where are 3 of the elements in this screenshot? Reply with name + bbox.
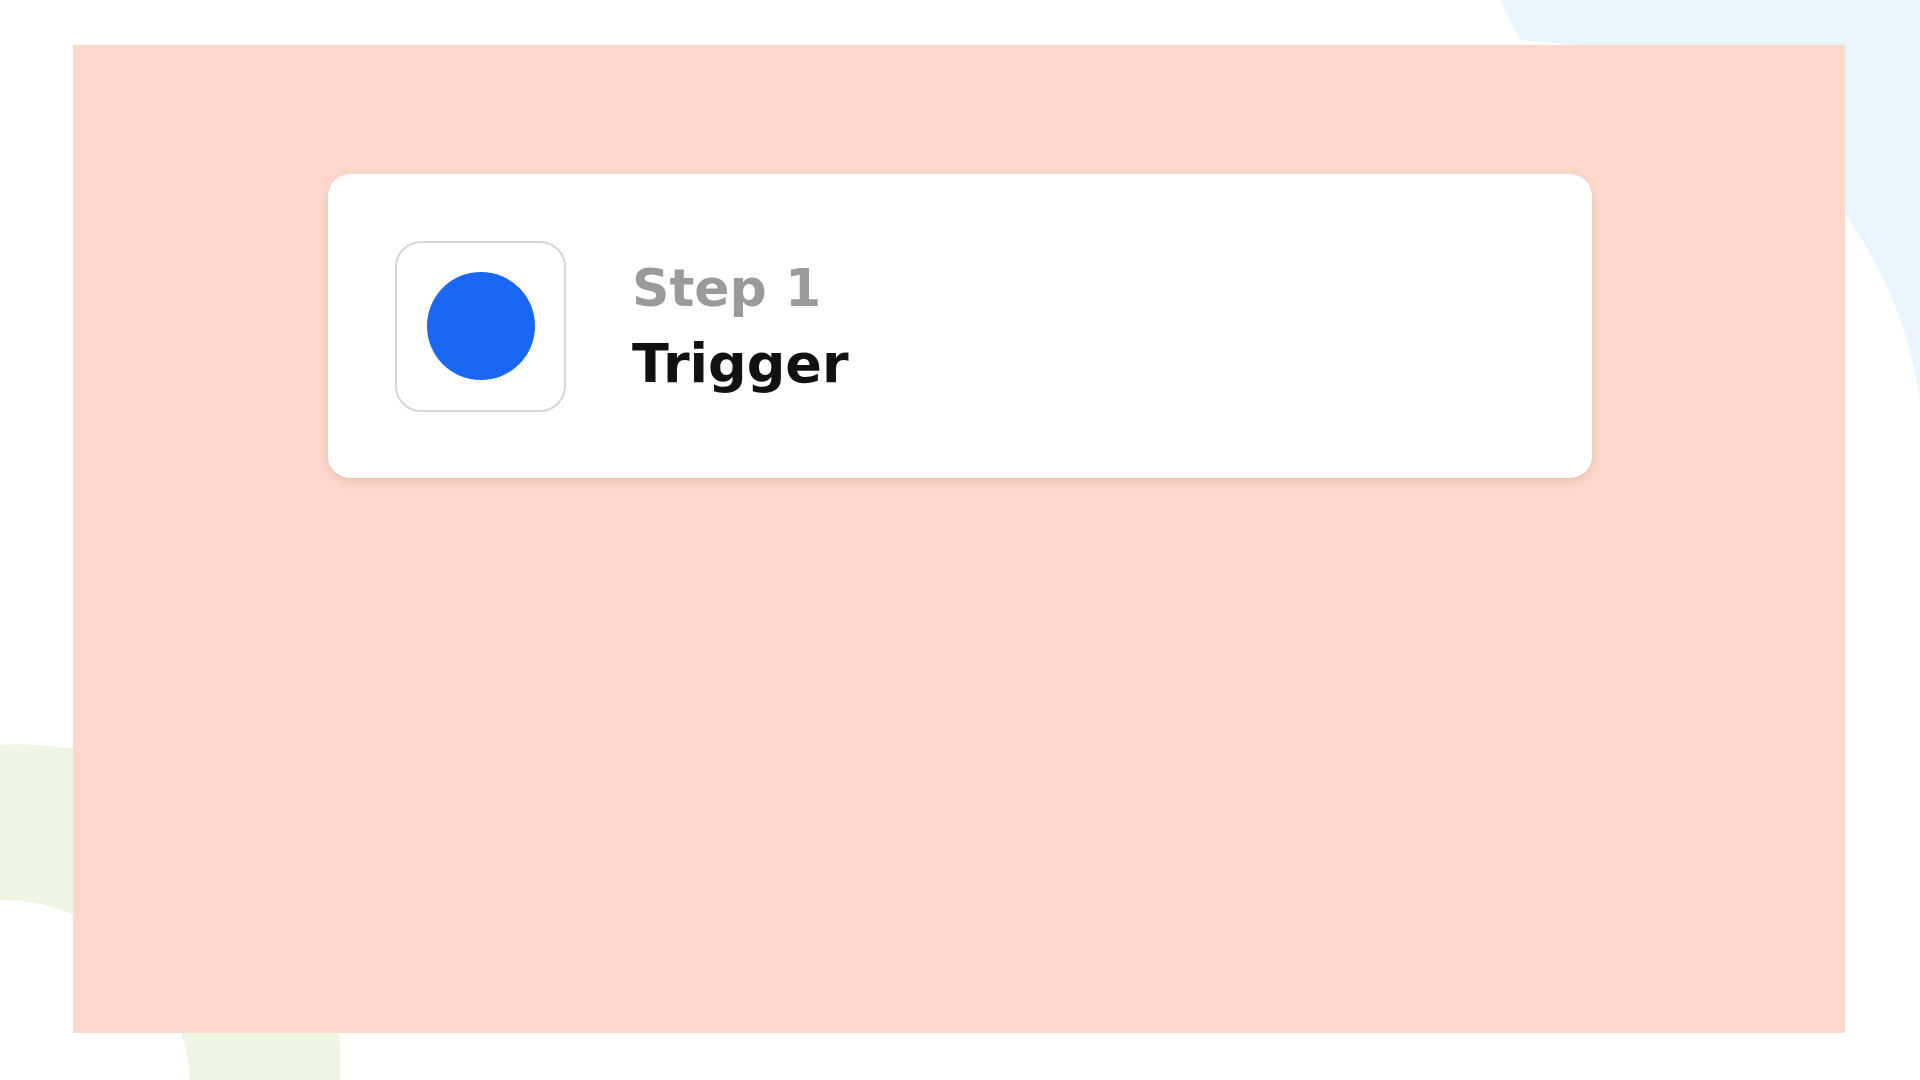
step-label: Step 1: [632, 257, 823, 320]
app-icon: [395, 240, 566, 412]
step-title: Trigger: [632, 331, 849, 397]
